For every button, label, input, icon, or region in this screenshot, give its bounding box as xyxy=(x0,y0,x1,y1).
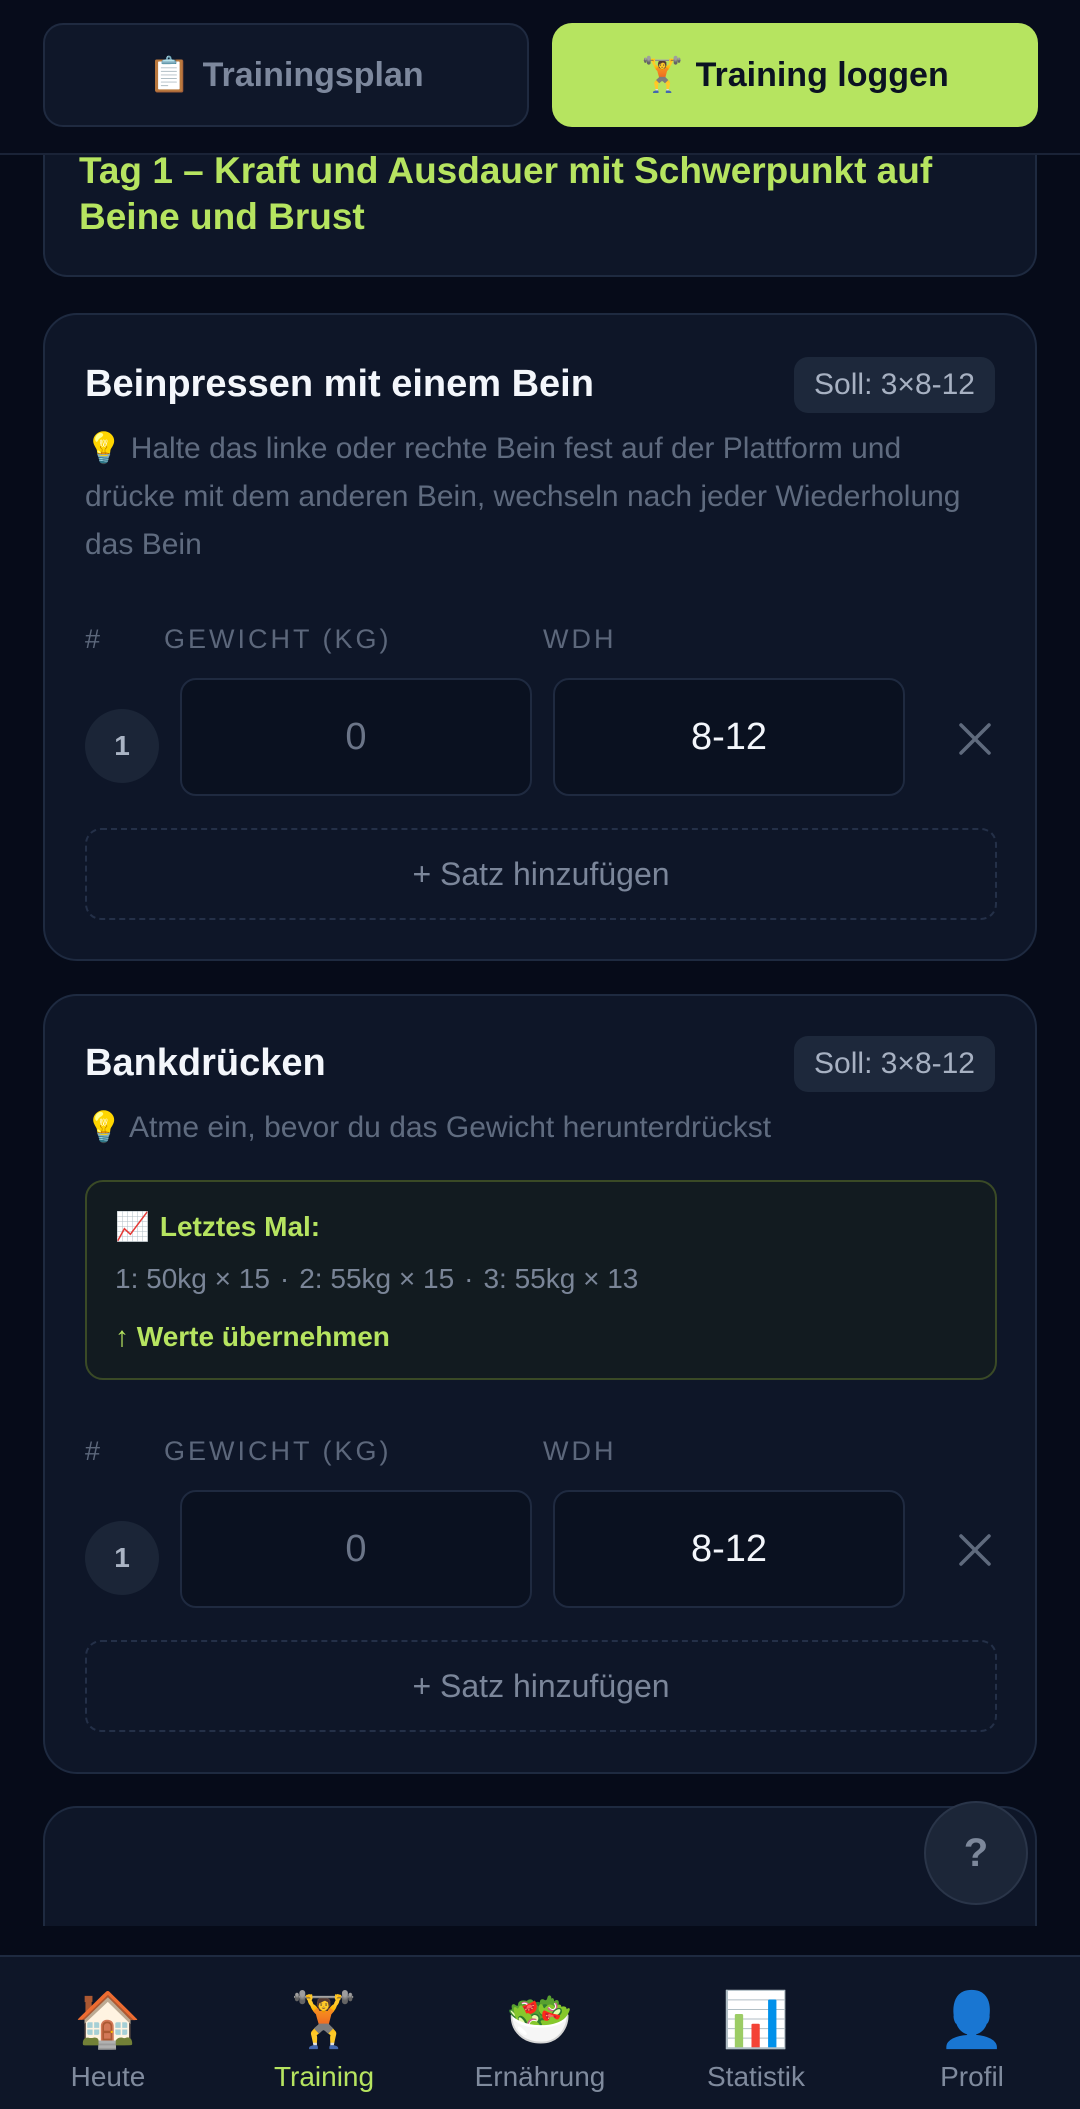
nav-label: Heute xyxy=(70,2061,146,2092)
reps-input[interactable]: 8-12 xyxy=(553,678,905,796)
target-badge: Soll: 3×8-12 xyxy=(794,1036,995,1092)
last-set-value: 2: 55kg × 15 xyxy=(299,1263,455,1294)
nav-item-ernaehrung[interactable]: 🥗 Ernährung xyxy=(432,1957,648,2109)
house-icon: 🏠 xyxy=(74,1990,142,2050)
last-time-panel: 📈 Letztes Mal: 1: 50kg × 15 · 2: 55kg × 15… xyxy=(85,1180,997,1380)
mode-tabs: 📋 Trainingsplan 🏋️ Training loggen xyxy=(0,0,1080,155)
tab-training-loggen[interactable]: 🏋️ Training loggen xyxy=(552,23,1038,127)
exercise-tip: 💡 Halte das linke oder rechte Bein fest … xyxy=(85,425,965,569)
tip-text: Atme ein, bevor du das Gewicht herunterd… xyxy=(129,1111,772,1144)
salad-icon: 🥗 xyxy=(506,1990,574,2050)
bottom-navigation: 🏠 Heute 🏋️ Training 🥗 Ernährung 📊 Statis… xyxy=(0,1955,1080,2109)
exercise-tip: 💡 Atme ein, bevor du das Gewicht herunte… xyxy=(85,1104,965,1152)
app-screen: 📋 Trainingsplan 🏋️ Training loggen Tag 1… xyxy=(0,0,1080,2109)
last-set-value: 1: 50kg × 15 xyxy=(115,1263,270,1294)
clipboard-icon: 📋 xyxy=(148,56,191,94)
apply-values-link[interactable]: ↑ Werte übernehmen xyxy=(115,1321,967,1353)
nav-label: Statistik xyxy=(706,2061,806,2092)
reps-input[interactable]: 8-12 xyxy=(553,1490,905,1608)
nav-item-statistik[interactable]: 📊 Statistik xyxy=(648,1957,864,2109)
lightbulb-icon: 💡 xyxy=(85,432,123,465)
column-header-reps: WDH xyxy=(543,1436,617,1466)
chart-increasing-icon: 📈 xyxy=(115,1211,150,1242)
weightlifter-icon: 🏋️ xyxy=(641,56,684,94)
help-button[interactable]: ? xyxy=(924,1801,1028,1905)
set-number: 1 xyxy=(85,1521,159,1595)
exercise-card-partial xyxy=(43,1806,1037,1926)
nav-label: Ernährung xyxy=(474,2061,606,2092)
add-set-button[interactable]: + Satz hinzufügen xyxy=(85,828,997,920)
last-time-values: 1: 50kg × 15 · 2: 55kg × 15 · 3: 55kg × 13 xyxy=(115,1263,967,1295)
nav-item-profil[interactable]: 👤 Profil xyxy=(864,1957,1080,2109)
exercise-name: Beinpressen mit einem Bein xyxy=(85,363,594,405)
nav-label: Training xyxy=(273,2061,375,2092)
tab-trainingsplan[interactable]: 📋 Trainingsplan xyxy=(43,23,529,127)
weightlifter-icon: 🏋️ xyxy=(290,1990,358,2050)
nav-label: Profil xyxy=(940,2061,1004,2092)
column-header-number: # xyxy=(85,1436,104,1466)
column-header-weight: GEWICHT (KG) xyxy=(164,1436,392,1466)
nav-item-training[interactable]: 🏋️ Training xyxy=(216,1957,432,2109)
last-set-value: 3: 55kg × 13 xyxy=(483,1263,639,1294)
set-number: 1 xyxy=(85,709,159,783)
last-time-title: 📈 Letztes Mal: xyxy=(115,1210,967,1243)
column-header-weight: GEWICHT (KG) xyxy=(164,624,392,654)
add-set-button[interactable]: + Satz hinzufügen xyxy=(85,1640,997,1732)
day-title: Tag 1 – Kraft und Ausdauer mit Schwerpun… xyxy=(79,150,933,237)
exercise-card: Beinpressen mit einem Bein Soll: 3×8-12 … xyxy=(43,313,1037,961)
nav-item-heute[interactable]: 🏠 Heute xyxy=(0,1957,216,2109)
exercise-name: Bankdrücken xyxy=(85,1042,326,1084)
target-badge: Soll: 3×8-12 xyxy=(794,357,995,413)
user-icon: 👤 xyxy=(938,1990,1006,2050)
separator: · xyxy=(279,1263,290,1294)
tab-label: Trainingsplan xyxy=(202,55,424,94)
remove-set-icon[interactable] xyxy=(945,1520,1005,1580)
tab-label: Training loggen xyxy=(695,55,949,94)
bar-chart-icon: 📊 xyxy=(722,1990,790,2050)
column-header-number: # xyxy=(85,624,104,654)
remove-set-icon[interactable] xyxy=(945,709,1005,769)
lightbulb-icon: 💡 xyxy=(85,1111,123,1144)
exercise-card: Bankdrücken Soll: 3×8-12 💡 Atme ein, bev… xyxy=(43,994,1037,1774)
separator: · xyxy=(464,1263,474,1294)
tip-text: Halte das linke oder rechte Bein fest au… xyxy=(85,432,961,561)
weight-input[interactable]: 0 xyxy=(180,678,532,796)
weight-input[interactable]: 0 xyxy=(180,1490,532,1608)
column-header-reps: WDH xyxy=(543,624,617,654)
last-time-label: Letztes Mal: xyxy=(159,1210,321,1242)
